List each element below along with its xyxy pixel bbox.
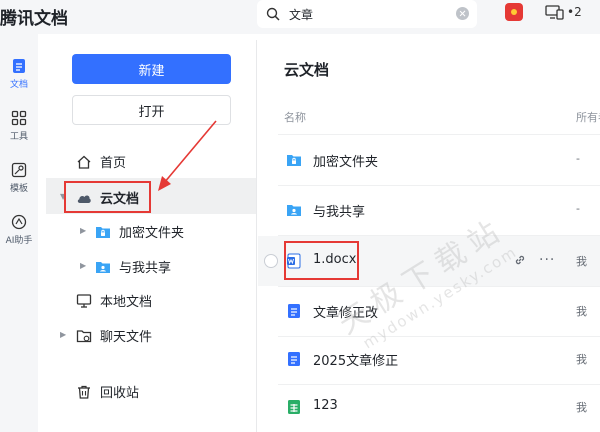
nav-item-label: 首页	[100, 156, 127, 171]
device-count: •2	[567, 5, 582, 19]
file-owner: 我	[576, 353, 587, 366]
row-actions: ···	[513, 252, 555, 268]
nav-item-local-docs[interactable]: 本地文档	[76, 291, 152, 310]
highlight-box	[284, 241, 359, 280]
new-button[interactable]: 新建	[72, 54, 231, 84]
top-bar: 腾讯文档 文章 •2	[0, 0, 600, 34]
trash-icon	[78, 385, 90, 399]
app-title: 腾讯文档	[0, 9, 68, 29]
expand-caret-icon[interactable]: ▶	[80, 261, 86, 270]
file-name: 与我共享	[313, 205, 366, 220]
nav-item-shared-with-me[interactable]: 与我共享	[95, 257, 171, 276]
expand-caret-icon[interactable]: ▶	[60, 330, 66, 339]
clear-search-icon[interactable]	[456, 7, 469, 20]
search-icon	[266, 7, 280, 21]
shared-folder-icon	[96, 261, 110, 273]
shared-folder-icon	[287, 205, 301, 216]
home-icon	[77, 155, 91, 169]
table-row[interactable]: 文章修正改 我	[258, 286, 600, 336]
gift-icon[interactable]	[505, 3, 523, 21]
doc-file-icon	[288, 304, 300, 318]
nav-item-home[interactable]: 首页	[76, 152, 126, 171]
file-owner: -	[576, 202, 580, 215]
template-icon	[11, 162, 27, 178]
devices-icon	[545, 5, 564, 20]
nav-item-recycle-bin[interactable]: 回收站	[76, 382, 139, 401]
rail-item-ai[interactable]: AI助手	[0, 214, 38, 246]
left-rail: 文档 工具 模板 AI助手	[0, 34, 38, 432]
monitor-icon	[76, 293, 92, 308]
column-header-name[interactable]: 名称	[284, 109, 306, 125]
lock-folder-icon	[96, 226, 110, 238]
column-header-owner[interactable]: 所有者	[576, 109, 600, 125]
page-title: 云文档	[284, 61, 330, 79]
file-owner: -	[576, 152, 580, 165]
file-owner: 我	[576, 305, 587, 318]
table-row[interactable]: 123 我	[258, 382, 600, 432]
grid-icon	[11, 110, 27, 126]
nav-item-label: 回收站	[100, 386, 140, 401]
lock-folder-icon	[287, 155, 301, 166]
nav-item-encrypted-folder[interactable]: 加密文件夹	[95, 222, 184, 241]
nav-item-label: 与我共享	[119, 261, 172, 276]
sheet-file-icon	[288, 400, 300, 414]
table-row[interactable]: 与我共享 -	[258, 185, 600, 235]
expand-caret-icon[interactable]: ▶	[80, 226, 86, 235]
more-options-icon[interactable]: ···	[539, 252, 555, 268]
file-name: 123	[313, 398, 338, 413]
table-row[interactable]: 2025文章修正 我	[258, 334, 600, 384]
row-select-checkbox[interactable]	[264, 254, 278, 268]
file-owner: 我	[576, 255, 587, 268]
nav-item-chat-files[interactable]: 聊天文件	[76, 326, 152, 345]
doc-icon	[13, 59, 25, 73]
file-name: 2025文章修正	[313, 354, 399, 369]
file-owner: 我	[576, 401, 587, 414]
doc-file-icon	[288, 352, 300, 366]
nav-divider	[256, 40, 257, 432]
search-input[interactable]: 文章	[289, 6, 313, 23]
rail-item-docs[interactable]: 文档	[0, 58, 38, 90]
ai-icon	[11, 214, 27, 230]
highlight-box	[64, 181, 151, 213]
nav-item-label: 聊天文件	[100, 330, 153, 345]
nav-item-label: 加密文件夹	[119, 226, 185, 241]
link-icon[interactable]	[513, 253, 527, 267]
rail-item-tools[interactable]: 工具	[0, 110, 38, 142]
file-name: 加密文件夹	[313, 155, 379, 170]
annotation-arrow	[158, 120, 217, 191]
rail-item-templates[interactable]: 模板	[0, 162, 38, 194]
chat-folder-icon	[76, 329, 92, 342]
nav-item-label: 本地文档	[100, 295, 153, 310]
devices-button[interactable]: •2	[545, 4, 582, 20]
file-name: 文章修正改	[313, 306, 379, 321]
search-box[interactable]: 文章	[257, 0, 477, 28]
table-row[interactable]: 加密文件夹 -	[258, 135, 600, 185]
